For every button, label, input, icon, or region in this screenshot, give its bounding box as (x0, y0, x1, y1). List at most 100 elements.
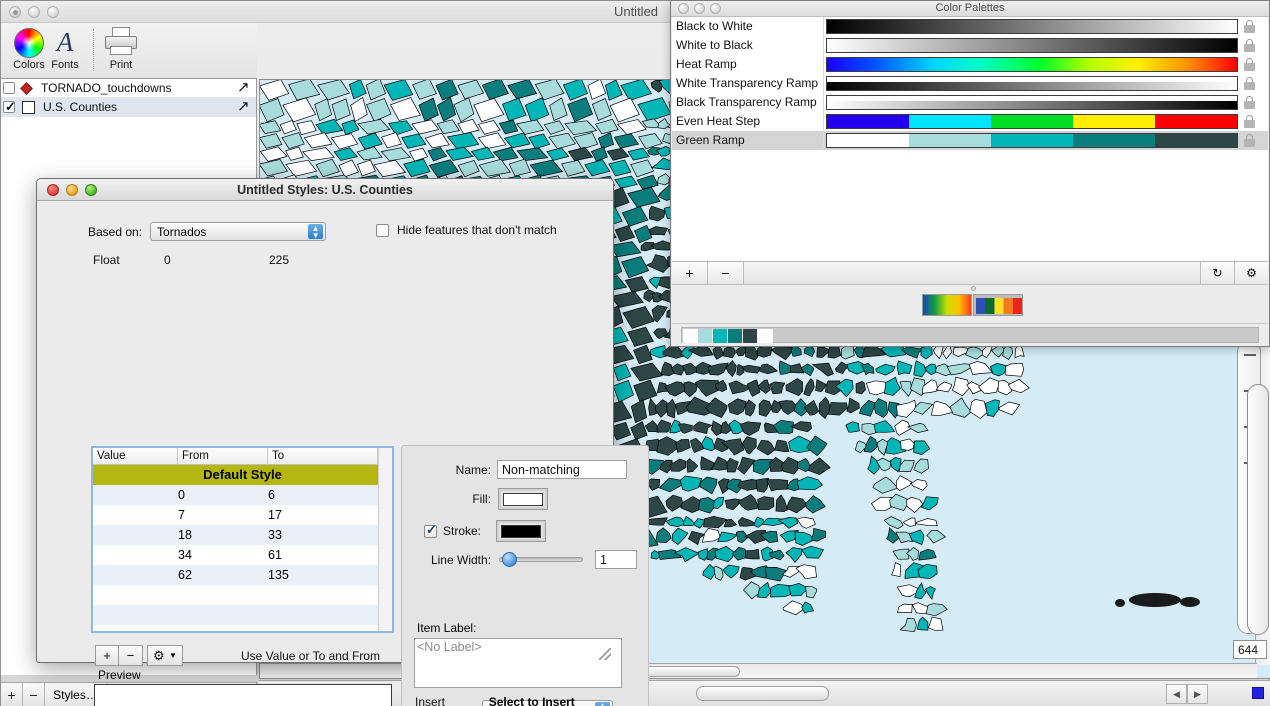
palettes-list[interactable]: Black to White White to Black Heat Ramp … (672, 17, 1268, 262)
palette-swatch[interactable] (728, 329, 743, 343)
line-width-slider-knob[interactable] (502, 552, 517, 567)
add-palette-button[interactable]: + (672, 262, 708, 284)
zoom-slider-thumb[interactable] (1247, 384, 1269, 635)
layer-visibility-checkbox[interactable] (3, 101, 15, 113)
county-polygon[interactable] (758, 497, 774, 510)
toolbar-print-button[interactable]: Print (93, 27, 149, 71)
palette-row[interactable]: White to Black (672, 36, 1268, 55)
insert-field-dropdown[interactable]: Select to Insert Field ▲▼ (482, 700, 613, 706)
palette-swatch[interactable] (758, 329, 773, 343)
dialog-resize-grip[interactable] (599, 648, 611, 660)
palette-gradient-bar[interactable] (826, 57, 1238, 72)
palette-swatch[interactable] (743, 329, 758, 343)
style-value-table[interactable]: Value From To Default Style 0 6 7 17 18 … (91, 446, 394, 633)
style-options-menu-button[interactable]: ⚙ ▼ (147, 645, 183, 666)
based-on-dropdown[interactable]: Tornados ▲▼ (150, 222, 326, 241)
palette-gradient-bar[interactable] (826, 19, 1238, 34)
county-polygon[interactable] (723, 347, 736, 358)
toolbar-fonts-button[interactable]: A Fonts (37, 27, 93, 71)
column-header-to[interactable]: To (268, 448, 378, 464)
palette-row[interactable]: White Transparency Ramp (672, 74, 1268, 93)
layer-row[interactable]: U.S. Counties ↗ (1, 98, 256, 117)
cell-from: 0 (178, 485, 268, 505)
palette-steps-bar[interactable] (826, 133, 1238, 148)
county-polygon[interactable] (770, 584, 791, 597)
chevron-updown-icon[interactable]: ▲▼ (308, 224, 323, 239)
layer-row[interactable]: TORNADO_touchdowns ↗ (1, 79, 256, 98)
main-hscroll-thumb[interactable] (696, 686, 829, 701)
expand-layer-icon[interactable]: ↗ (237, 100, 251, 114)
palette-gradient-bar[interactable] (826, 38, 1238, 53)
lock-icon[interactable] (1244, 20, 1255, 33)
zoom-slider-track[interactable] (1237, 341, 1261, 634)
continuous-ramp-thumb[interactable] (922, 294, 972, 316)
palettes-titlebar[interactable]: Color Palettes (671, 1, 1269, 17)
expand-layer-icon[interactable]: ↗ (237, 81, 251, 95)
palette-swatch-strip[interactable] (681, 327, 1259, 343)
palette-swatch[interactable] (683, 329, 698, 343)
hide-features-checkbox[interactable] (376, 224, 389, 237)
table-row-default-style[interactable]: Default Style (93, 465, 392, 485)
gear-icon[interactable]: ⚙ (1234, 262, 1268, 284)
scroll-right-arrow-icon[interactable]: ▶ (1187, 684, 1208, 704)
palette-gradient-bar[interactable] (826, 95, 1238, 110)
lock-icon[interactable] (1244, 77, 1255, 90)
palette-row[interactable]: Black to White (672, 17, 1268, 36)
palette-swatch[interactable] (713, 329, 728, 343)
remove-style-button[interactable]: − (119, 645, 143, 666)
stroke-enabled-checkbox[interactable] (424, 525, 437, 538)
palette-row[interactable]: Black Transparency Ramp (672, 93, 1268, 112)
cell-to: 33 (268, 525, 378, 545)
table-row[interactable]: 62 135 (93, 565, 392, 585)
add-style-button[interactable]: + (95, 645, 119, 666)
hide-features-group[interactable]: Hide features that don't match (376, 223, 557, 237)
county-polygon[interactable] (1006, 363, 1024, 376)
lock-icon[interactable] (1244, 58, 1255, 71)
item-label-textarea[interactable]: <No Label> (414, 638, 622, 688)
column-header-from[interactable]: From (178, 448, 268, 464)
lock-icon[interactable] (1244, 39, 1255, 52)
palette-steps-bar[interactable] (826, 114, 1238, 129)
fill-color-well[interactable] (499, 489, 547, 509)
table-row-empty[interactable] (93, 605, 392, 625)
remove-layer-button[interactable]: − (23, 683, 45, 706)
county-polygon[interactable] (746, 549, 760, 559)
palettes-toolbar: + − ↻ ⚙ (672, 262, 1268, 285)
stepped-ramp-thumb[interactable] (973, 294, 1023, 316)
styles-dialog-titlebar[interactable]: Untitled Styles: U.S. Counties (37, 179, 613, 201)
line-width-input[interactable]: 1 (595, 550, 637, 569)
county-polygon[interactable] (757, 346, 772, 357)
table-row-empty[interactable] (93, 625, 392, 633)
panel-grabber-icon[interactable] (971, 286, 976, 291)
zoom-slider-group[interactable]: 644 (1229, 341, 1269, 671)
palette-row[interactable]: Even Heat Step (672, 112, 1268, 131)
layer-visibility-checkbox[interactable] (3, 82, 15, 94)
table-row[interactable]: 18 33 (93, 525, 392, 545)
point-symbol-icon[interactable] (20, 82, 33, 95)
palette-gradient-bar[interactable] (826, 76, 1238, 91)
column-header-value[interactable]: Value (93, 448, 178, 464)
remove-palette-button[interactable]: − (708, 262, 744, 284)
palette-row[interactable]: Heat Ramp (672, 55, 1268, 74)
zoom-value-field[interactable]: 644 (1233, 640, 1267, 659)
resize-handle[interactable] (1252, 687, 1264, 699)
table-row[interactable]: 0 6 (93, 485, 392, 505)
lock-icon[interactable] (1244, 96, 1255, 109)
palette-row-selected[interactable]: Green Ramp (672, 131, 1268, 150)
table-row[interactable]: 34 61 (93, 545, 392, 565)
polygon-symbol-icon[interactable] (22, 101, 35, 114)
lock-icon[interactable] (1244, 134, 1255, 147)
lock-icon[interactable] (1244, 115, 1255, 128)
table-row-empty[interactable] (93, 585, 392, 605)
palette-swatch[interactable] (698, 329, 713, 343)
scroll-left-arrow-icon[interactable]: ◀ (1166, 684, 1187, 704)
table-row[interactable]: 7 17 (93, 505, 392, 525)
line-width-slider[interactable] (499, 557, 583, 562)
table-vertical-scrollbar[interactable] (378, 448, 392, 631)
refresh-icon[interactable]: ↻ (1200, 262, 1234, 284)
stroke-color-well[interactable] (497, 521, 545, 541)
chevron-updown-icon[interactable]: ▲▼ (595, 702, 610, 706)
name-input[interactable]: Non-matching (497, 460, 627, 479)
based-on-value: Tornados (157, 225, 206, 239)
add-layer-button[interactable]: + (1, 683, 23, 706)
